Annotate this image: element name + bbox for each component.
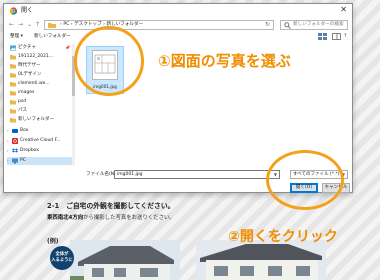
sidebar-item-box[interactable]: › Box — [7, 127, 73, 135]
refresh-icon[interactable]: ↻ — [265, 21, 270, 29]
filename-label: ファイル名(N): — [86, 172, 118, 177]
search-input[interactable]: 新しいフォルダーの検索 — [280, 20, 348, 30]
dialog-title: 開く — [21, 7, 34, 14]
pin-icon: 📌 — [65, 45, 70, 50]
navigation-bar: ← → ⌄ ↑ › PC › デスクトップ › 新しいフォルダー ↻ 新しいフォ… — [4, 18, 352, 32]
dropbox-icon — [12, 148, 18, 153]
overall-badge: 全体が 入るように — [50, 246, 74, 270]
chevron-right-icon[interactable]: › — [7, 137, 9, 145]
pc-icon — [12, 158, 18, 164]
creative-cloud-icon — [12, 138, 18, 144]
sidebar-item-label: 0Lデザイン — [18, 72, 42, 77]
chevron-right-icon[interactable]: › — [7, 127, 9, 135]
folder-icon — [10, 100, 16, 105]
sidebar-item-folder[interactable]: 191122_2021... — [7, 53, 73, 61]
close-icon[interactable]: ✕ — [340, 5, 347, 15]
recent-dropdown-icon[interactable]: ⌄ — [27, 21, 32, 29]
sidebar-item-dropbox[interactable]: › Dropbox — [7, 147, 73, 155]
sidebar-item-pictures[interactable]: ピクチャ 📌 — [7, 44, 73, 52]
folder-icon — [10, 82, 16, 87]
highlight-circle-open — [266, 150, 344, 210]
sidebar-item-label: images — [18, 90, 35, 95]
folder-icon — [10, 109, 16, 114]
pictures-icon — [10, 45, 16, 51]
sidebar-item-label: 時代テザー — [18, 63, 41, 68]
address-separator: › — [70, 22, 73, 27]
breadcrumb-desktop[interactable]: デスクトップ — [74, 22, 102, 27]
callout-step1: ①図面の写真を選ぶ — [158, 52, 291, 70]
sidebar-item-label: Dropbox — [20, 148, 39, 153]
back-arrow-icon[interactable]: ← — [9, 21, 14, 29]
organize-button[interactable]: 整理 ▾ — [10, 33, 23, 40]
sidebar-item-label: psd — [18, 99, 27, 104]
house-photo-left — [70, 240, 180, 280]
search-placeholder: 新しいフォルダーの検索 — [293, 22, 344, 27]
sidebar-item-label: 191122_2021... — [18, 54, 54, 59]
sidebar-item-label: パス — [18, 108, 27, 113]
sidebar-item-label: Box — [20, 128, 29, 133]
sidebar-item-pc[interactable]: › PC — [7, 157, 73, 165]
chrome-app-icon — [9, 7, 18, 15]
callout-step2: ②開くをクリック — [228, 229, 338, 245]
breadcrumb-pc[interactable]: PC — [63, 22, 69, 27]
example-label: (例) — [47, 238, 59, 245]
address-separator: › — [60, 22, 62, 27]
highlight-circle-file — [74, 26, 144, 96]
sidebar-item-folder[interactable]: images — [7, 89, 73, 97]
view-options-icon[interactable] — [318, 33, 327, 40]
search-icon — [284, 22, 291, 29]
folder-icon — [48, 23, 56, 28]
sidebar-item-folder[interactable]: パス — [7, 107, 73, 115]
sidebar-item-folder[interactable]: 新しいフォルダー — [7, 116, 73, 124]
badge-line-2: 入るように — [51, 257, 73, 263]
sidebar-item-label: clementi.we... — [18, 81, 50, 86]
title-bar: 開く ✕ — [4, 4, 352, 18]
command-bar: 整理 ▾ 新しいフォルダー ? — [4, 32, 352, 42]
help-icon[interactable]: ? — [344, 33, 346, 40]
up-arrow-icon[interactable]: ↑ — [35, 21, 40, 29]
sidebar-item-folder[interactable]: 0Lデザイン — [7, 71, 73, 79]
folder-icon — [10, 91, 16, 96]
filename-input[interactable]: img001.jpg ▼ — [114, 170, 280, 179]
step-description-rest: から撮影した写真をお送りください。 — [83, 215, 175, 221]
sidebar-item-folder[interactable]: clementi.we... — [7, 80, 73, 88]
sidebar-item-creative-cloud[interactable]: › Creative Cloud F... — [7, 137, 73, 145]
navigation-pane: ピクチャ 📌 191122_2021... 時代テザー 0Lデザイン cleme… — [7, 44, 73, 166]
sidebar-item-label: PC — [20, 158, 26, 163]
filename-value: img001.jpg — [117, 172, 143, 177]
sidebar-item-label: ピクチャ — [18, 45, 36, 50]
chevron-right-icon[interactable]: › — [7, 157, 9, 165]
sidebar-item-folder[interactable]: psd — [7, 98, 73, 106]
forward-arrow-icon[interactable]: → — [18, 21, 23, 29]
folder-icon — [10, 118, 16, 123]
step-description: 東西南北4方向から撮影した写真をお送りください。 — [47, 213, 175, 221]
address-bar[interactable]: › PC › デスクトップ › 新しいフォルダー ↻ — [44, 20, 274, 30]
chevron-right-icon[interactable]: › — [7, 147, 9, 155]
sidebar-item-label: Creative Cloud F... — [20, 138, 61, 143]
step-title: 2-1 ご自宅の外観を撮影してください。 — [47, 202, 175, 210]
new-folder-button[interactable]: 新しいフォルダー — [34, 33, 71, 40]
sidebar-item-label: 新しいフォルダー — [18, 117, 54, 122]
sidebar-item-folder[interactable]: 時代テザー — [7, 62, 73, 70]
house-photo-right — [196, 240, 326, 280]
box-icon — [12, 129, 18, 133]
folder-icon — [10, 73, 16, 78]
step-description-strong: 東西南北4方向 — [47, 215, 84, 221]
folder-icon — [10, 64, 16, 69]
folder-icon — [10, 55, 16, 60]
preview-pane-icon[interactable] — [332, 33, 341, 40]
